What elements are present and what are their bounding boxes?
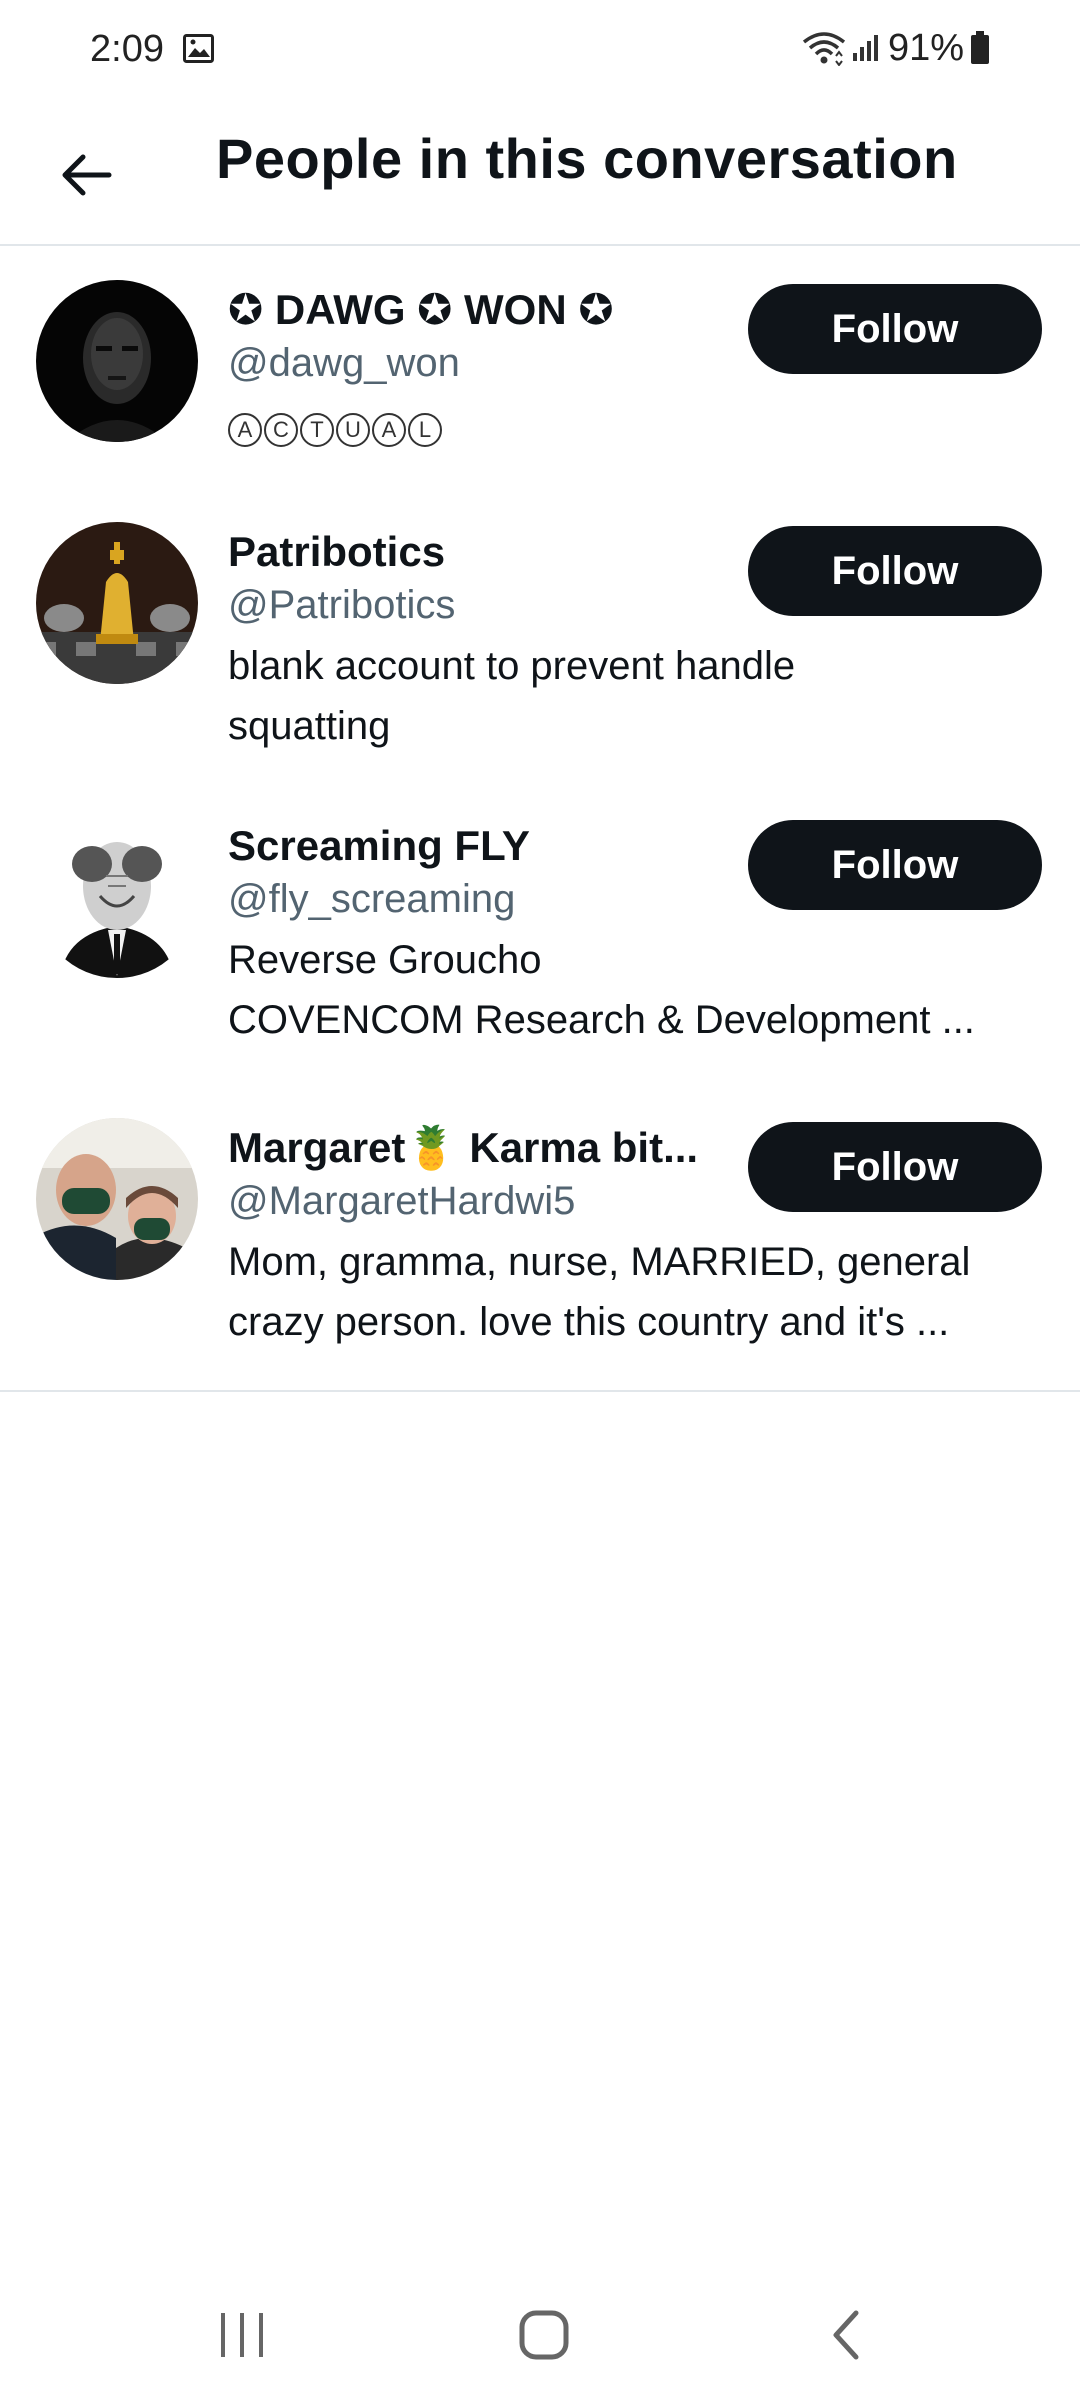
bio-line: Mom, gramma, nurse, MARRIED, general [228, 1240, 971, 1284]
list-item[interactable]: Screaming FLY @fly_screaming Reverse Gro… [0, 784, 1080, 1086]
wifi-icon [802, 32, 846, 66]
user-bio: blank account to prevent handle squattin… [228, 636, 1048, 756]
status-bar: 2:09 91% [0, 0, 1080, 100]
battery-percentage: 91% [887, 26, 964, 69]
bio-letter: T [300, 413, 334, 447]
recents-button[interactable] [192, 2300, 292, 2370]
list-item[interactable]: Patribotics @Patribotics blank account t… [0, 490, 1080, 784]
page-title: People in this conversation [216, 127, 958, 190]
follow-button[interactable]: Follow [748, 284, 1042, 374]
arrow-left-icon [62, 154, 112, 196]
list-item[interactable]: ✪ DAWG ✪ WON ✪ @dawg_won A C T U A L Fol… [0, 248, 1080, 490]
chevron-left-icon [833, 2310, 859, 2360]
avatar[interactable] [36, 280, 198, 442]
status-indicators: 91% [802, 26, 990, 70]
bio-letter: L [408, 413, 442, 447]
display-name: Margaret🍍 Karma bit... [228, 1124, 699, 1171]
home-button[interactable] [494, 2300, 594, 2370]
avatar[interactable] [36, 816, 198, 978]
follow-button[interactable]: Follow [748, 1122, 1042, 1212]
user-bio: A C T U A L [228, 394, 1048, 454]
people-list: ✪ DAWG ✪ WON ✪ @dawg_won A C T U A L Fol… [0, 248, 1080, 1392]
top-app-bar: People in this conversation [0, 100, 1080, 246]
display-name: Screaming FLY [228, 822, 530, 869]
display-name: ✪ DAWG ✪ WON ✪ [228, 286, 614, 333]
bio-line: Reverse Groucho [228, 938, 542, 982]
display-name: Patribotics [228, 528, 446, 575]
home-icon [519, 2310, 569, 2360]
user-bio: Mom, gramma, nurse, MARRIED, general cra… [228, 1232, 1048, 1352]
bio-line: COVENCOM Research & Development ... [228, 998, 975, 1042]
bio-letter: A [228, 413, 262, 447]
user-bio: Reverse Groucho COVENCOM Research & Deve… [228, 930, 1048, 1050]
bio-letter: A [372, 413, 406, 447]
avatar[interactable] [36, 522, 198, 684]
follow-button[interactable]: Follow [748, 526, 1042, 616]
battery-icon [971, 31, 989, 64]
avatar[interactable] [36, 1118, 198, 1280]
bio-line: squatting [228, 704, 391, 748]
signal-icon [852, 35, 878, 61]
bio-letter: U [336, 413, 370, 447]
image-icon [183, 34, 214, 63]
list-item[interactable]: Margaret🍍 Karma bit... @MargaretHardwi5 … [0, 1086, 1080, 1370]
bio-line: blank account to prevent handle [228, 644, 796, 688]
back-button[interactable] [40, 130, 130, 220]
recents-icon [221, 2313, 263, 2357]
system-navigation-bar [0, 2270, 1080, 2400]
follow-button[interactable]: Follow [748, 820, 1042, 910]
bio-letter: C [264, 413, 298, 447]
nav-back-button[interactable] [796, 2300, 896, 2370]
bio-line: crazy person. love this country and it's… [228, 1300, 950, 1344]
bio-circled-text: A C T U A L [228, 413, 442, 447]
status-time: 2:09 [90, 28, 164, 70]
